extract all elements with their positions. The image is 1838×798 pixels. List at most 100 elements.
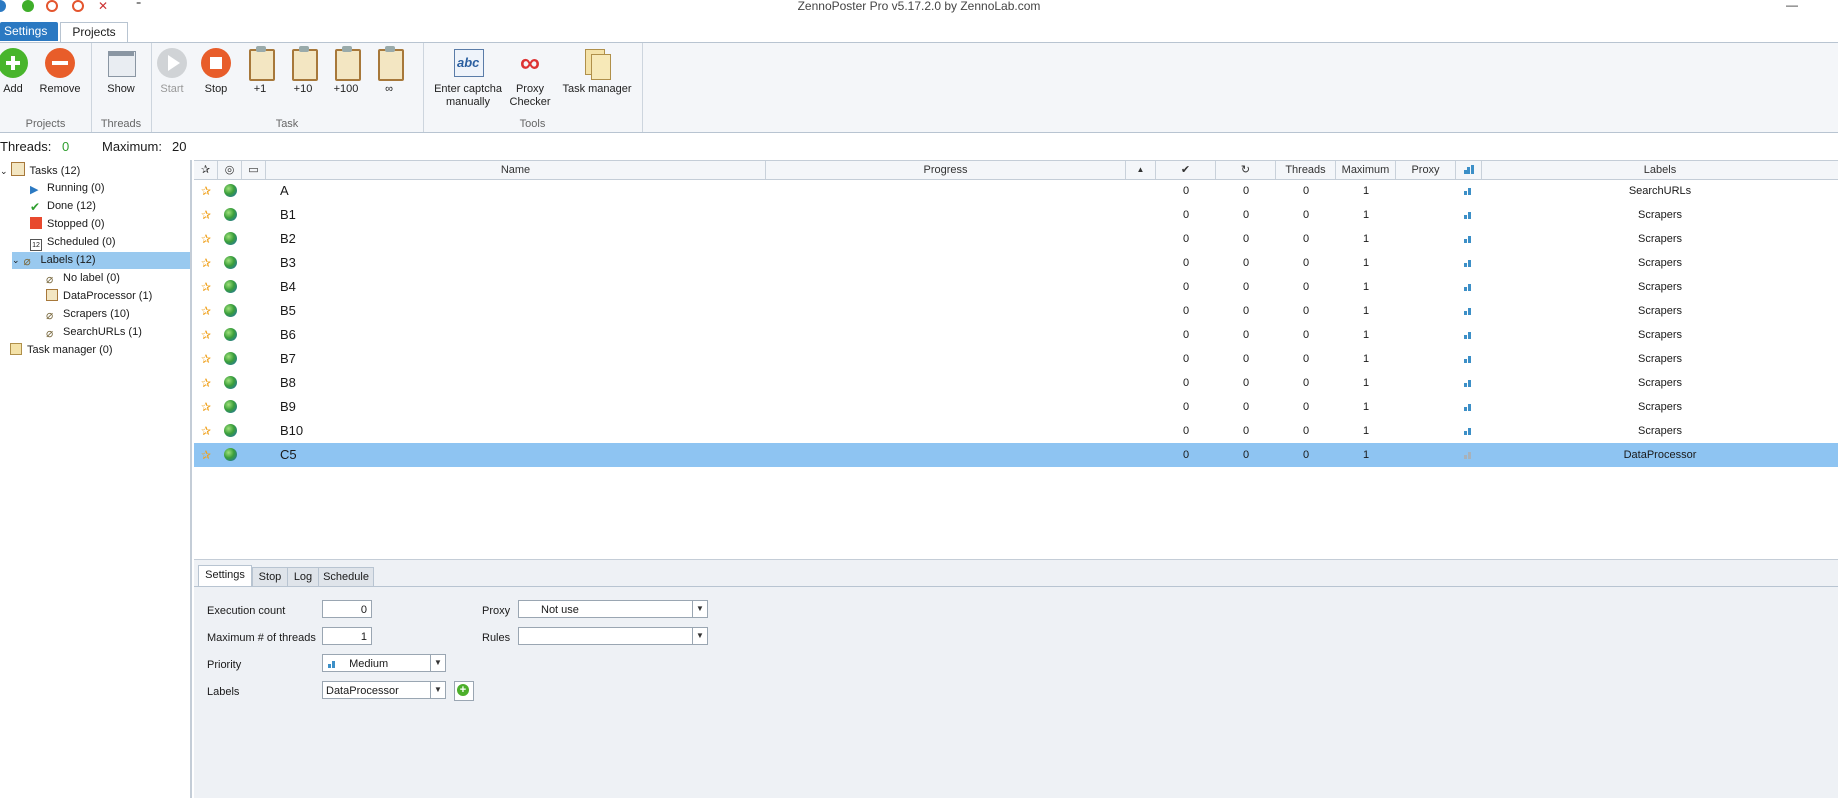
task-settings-panel: Settings Stop Log Schedule Execution cou… (194, 560, 1838, 798)
threads-count: 0 (1302, 209, 1310, 221)
table-row[interactable]: ✰ C5 0 0 0 1 DataProcessor (194, 443, 1838, 467)
task-name: B2 (280, 231, 296, 246)
tree-node-dataprocessor[interactable]: DataProcessor (1) (46, 288, 152, 305)
star-icon[interactable]: ✰ (194, 251, 218, 275)
star-column-header[interactable]: ✰ (194, 161, 218, 179)
plus1-button[interactable]: +1 (243, 46, 277, 95)
infinite-button[interactable]: ∞ (372, 46, 406, 95)
priority-column-header[interactable] (1456, 161, 1482, 179)
sort-ascending-icon[interactable]: ▲ (1126, 161, 1156, 179)
column-header-name[interactable]: Name (266, 161, 766, 179)
proxy-checker-button[interactable]: ∞ Proxy Checker (508, 47, 552, 109)
table-row[interactable]: ✰ B2 0 0 0 1 Scrapers (194, 227, 1838, 251)
tree-label: SearchURLs (1) (63, 326, 142, 338)
rules-select[interactable]: ▼ (518, 627, 708, 645)
column-header-threads[interactable]: Threads (1276, 161, 1336, 179)
success-count: 0 (1182, 401, 1190, 413)
bottom-tab-stop[interactable]: Stop (252, 567, 288, 587)
table-row[interactable]: ✰ B7 0 0 0 1 Scrapers (194, 347, 1838, 371)
show-button[interactable]: Show (99, 47, 143, 95)
star-icon[interactable]: ✰ (194, 227, 218, 251)
tree-node-searchurls[interactable]: ⌀ SearchURLs (1) (46, 324, 142, 341)
tree-label: Done (12) (47, 200, 96, 212)
table-row[interactable]: ✰ B4 0 0 0 1 Scrapers (194, 275, 1838, 299)
globe-icon (218, 347, 242, 371)
enter-captcha-button[interactable]: abc Enter captcha manually (431, 47, 505, 109)
table-row[interactable]: ✰ A 0 0 0 1 SearchURLs (194, 179, 1838, 203)
threads-count: 0 (1302, 257, 1310, 269)
table-row[interactable]: ✰ B9 0 0 0 1 Scrapers (194, 395, 1838, 419)
window-column-header[interactable]: ▭ (242, 161, 266, 179)
tree-node-task-manager[interactable]: Task manager (0) (10, 342, 113, 359)
star-icon[interactable]: ✰ (194, 299, 218, 323)
tree-node-tasks[interactable]: ⌄ Tasks (12) (0, 162, 80, 179)
table-row[interactable]: ✰ B6 0 0 0 1 Scrapers (194, 323, 1838, 347)
ribbon-tab-settings[interactable]: Settings (0, 22, 58, 41)
add-button[interactable]: Add (0, 47, 30, 95)
table-row[interactable]: ✰ B10 0 0 0 1 Scrapers (194, 419, 1838, 443)
globe-icon (218, 323, 242, 347)
tree-node-scheduled[interactable]: 12 Scheduled (0) (30, 234, 116, 251)
star-icon[interactable]: ✰ (194, 371, 218, 395)
bottom-tab-settings[interactable]: Settings (198, 565, 252, 587)
column-header-repeat[interactable]: ↻ (1216, 161, 1276, 179)
chevron-down-icon[interactable]: ▼ (430, 655, 445, 671)
threads-count: 0 (1302, 305, 1310, 317)
tree-node-running[interactable]: ▶ Running (0) (30, 180, 104, 197)
threads-count: 0 (1302, 233, 1310, 245)
globe-icon (218, 275, 242, 299)
chevron-down-icon[interactable]: ▼ (692, 601, 707, 617)
star-icon[interactable]: ✰ (194, 179, 218, 203)
priority-select[interactable]: Medium ▼ (322, 654, 446, 672)
star-icon[interactable]: ✰ (194, 275, 218, 299)
success-count: 0 (1182, 425, 1190, 437)
stop-button[interactable]: Stop (199, 47, 233, 95)
chevron-down-icon[interactable]: ▼ (430, 682, 445, 698)
proxy-select[interactable]: Not use ▼ (518, 600, 708, 618)
start-button[interactable]: Start (155, 47, 189, 95)
star-icon[interactable]: ✰ (194, 323, 218, 347)
table-row[interactable]: ✰ B3 0 0 0 1 Scrapers (194, 251, 1838, 275)
add-label-button[interactable]: + (454, 681, 474, 701)
star-icon[interactable]: ✰ (194, 419, 218, 443)
ribbon-tab-projects[interactable]: Projects (60, 22, 128, 42)
labels-select[interactable]: DataProcessor ▼ (322, 681, 446, 699)
tree-node-no-label[interactable]: ⌀ No label (0) (46, 270, 120, 287)
bottom-tab-log[interactable]: Log (287, 567, 319, 587)
group-label-task: Task (275, 118, 299, 130)
star-icon[interactable]: ✰ (194, 347, 218, 371)
task-name: A (280, 183, 289, 198)
plus10-button[interactable]: +10 (286, 46, 320, 95)
remove-button[interactable]: Remove (38, 47, 82, 95)
priority-bars-icon (1456, 371, 1482, 395)
table-row[interactable]: ✰ B8 0 0 0 1 Scrapers (194, 371, 1838, 395)
tree-node-stopped[interactable]: Stopped (0) (30, 216, 104, 233)
tree-label: Running (0) (47, 182, 105, 194)
globe-column-header[interactable]: ◎ (218, 161, 242, 179)
max-threads-input[interactable]: 1 (322, 627, 372, 645)
column-header-labels[interactable]: Labels (1482, 161, 1838, 179)
task-manager-button[interactable]: Task manager (559, 47, 635, 95)
column-header-maximum[interactable]: Maximum (1336, 161, 1396, 179)
table-row[interactable]: ✰ B1 0 0 0 1 Scrapers (194, 203, 1838, 227)
column-header-proxy[interactable]: Proxy (1396, 161, 1456, 179)
chevron-down-icon[interactable]: ▼ (692, 628, 707, 644)
plus100-button[interactable]: +100 (329, 46, 363, 95)
execution-count-input[interactable]: 0 (322, 600, 372, 618)
star-icon[interactable]: ✰ (194, 443, 218, 467)
tree-node-labels[interactable]: ⌄ ⌀ Labels (12) (12, 252, 190, 269)
star-icon[interactable]: ✰ (194, 203, 218, 227)
infinity-icon: ∞ (520, 47, 540, 78)
column-header-progress[interactable]: Progress (766, 161, 1126, 179)
stop-square-icon (30, 217, 42, 229)
star-icon[interactable]: ✰ (194, 395, 218, 419)
task-label: SearchURLs (1628, 185, 1692, 197)
threads-count: 0 (1302, 353, 1310, 365)
tree-node-done[interactable]: ✔ Done (12) (30, 198, 96, 215)
column-header-success[interactable]: ✔ (1156, 161, 1216, 179)
table-row[interactable]: ✰ B5 0 0 0 1 Scrapers (194, 299, 1838, 323)
minimize-button[interactable]: — (1786, 0, 1798, 11)
tree-node-scrapers[interactable]: ⌀ Scrapers (10) (46, 306, 130, 323)
bottom-tab-schedule[interactable]: Schedule (318, 567, 374, 587)
task-manager-icon (581, 47, 613, 80)
